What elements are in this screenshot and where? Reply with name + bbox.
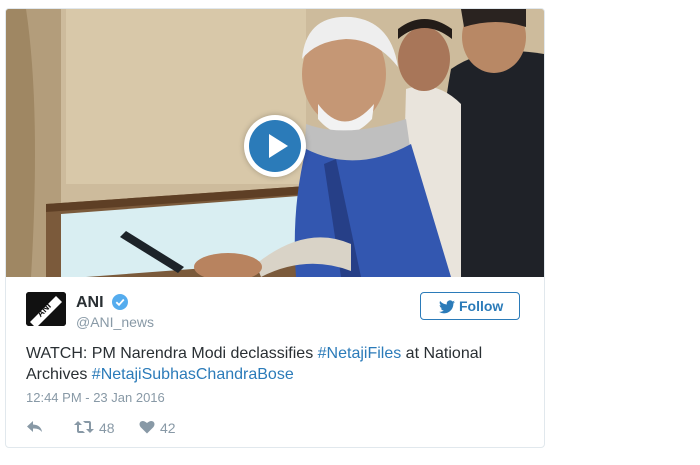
play-icon [249,120,301,172]
retweet-icon [74,421,94,433]
avatar[interactable]: ANI [26,292,66,326]
ani-logo-icon: ANI [26,292,66,326]
like-count: 42 [160,420,176,436]
video-thumbnail[interactable] [6,9,544,277]
hashtag-netajisubhaschandrabose[interactable]: #NetajiSubhasChandraBose [92,366,294,383]
tweet-header: ANI ANI @ANI_news Follow [26,292,526,334]
verified-badge-icon [112,294,128,310]
tweet-timestamp[interactable]: 12:44 PM - 23 Jan 2016 [26,390,165,405]
hashtag-netajifiles[interactable]: #NetajiFiles [318,345,402,362]
heart-icon [139,420,155,434]
like-button[interactable]: 42 [139,419,184,437]
follow-label: Follow [459,298,504,314]
retweet-count: 48 [99,420,115,436]
tweet-text: WATCH: PM Narendra Modi declassifies #Ne… [26,343,526,385]
follow-button[interactable]: Follow [420,292,520,320]
retweet-button[interactable]: 48 [74,419,124,437]
reply-icon [27,421,42,432]
author-name[interactable]: ANI [76,294,104,312]
tweet-card: ANI ANI @ANI_news Follow WATCH: PM Naren… [5,8,545,448]
author-handle[interactable]: @ANI_news [76,314,154,330]
play-button[interactable] [244,115,306,177]
twitter-bird-icon [439,300,455,314]
tweet-text-prefix: WATCH: PM Narendra Modi declassifies [26,345,318,362]
reply-button[interactable] [26,419,46,437]
